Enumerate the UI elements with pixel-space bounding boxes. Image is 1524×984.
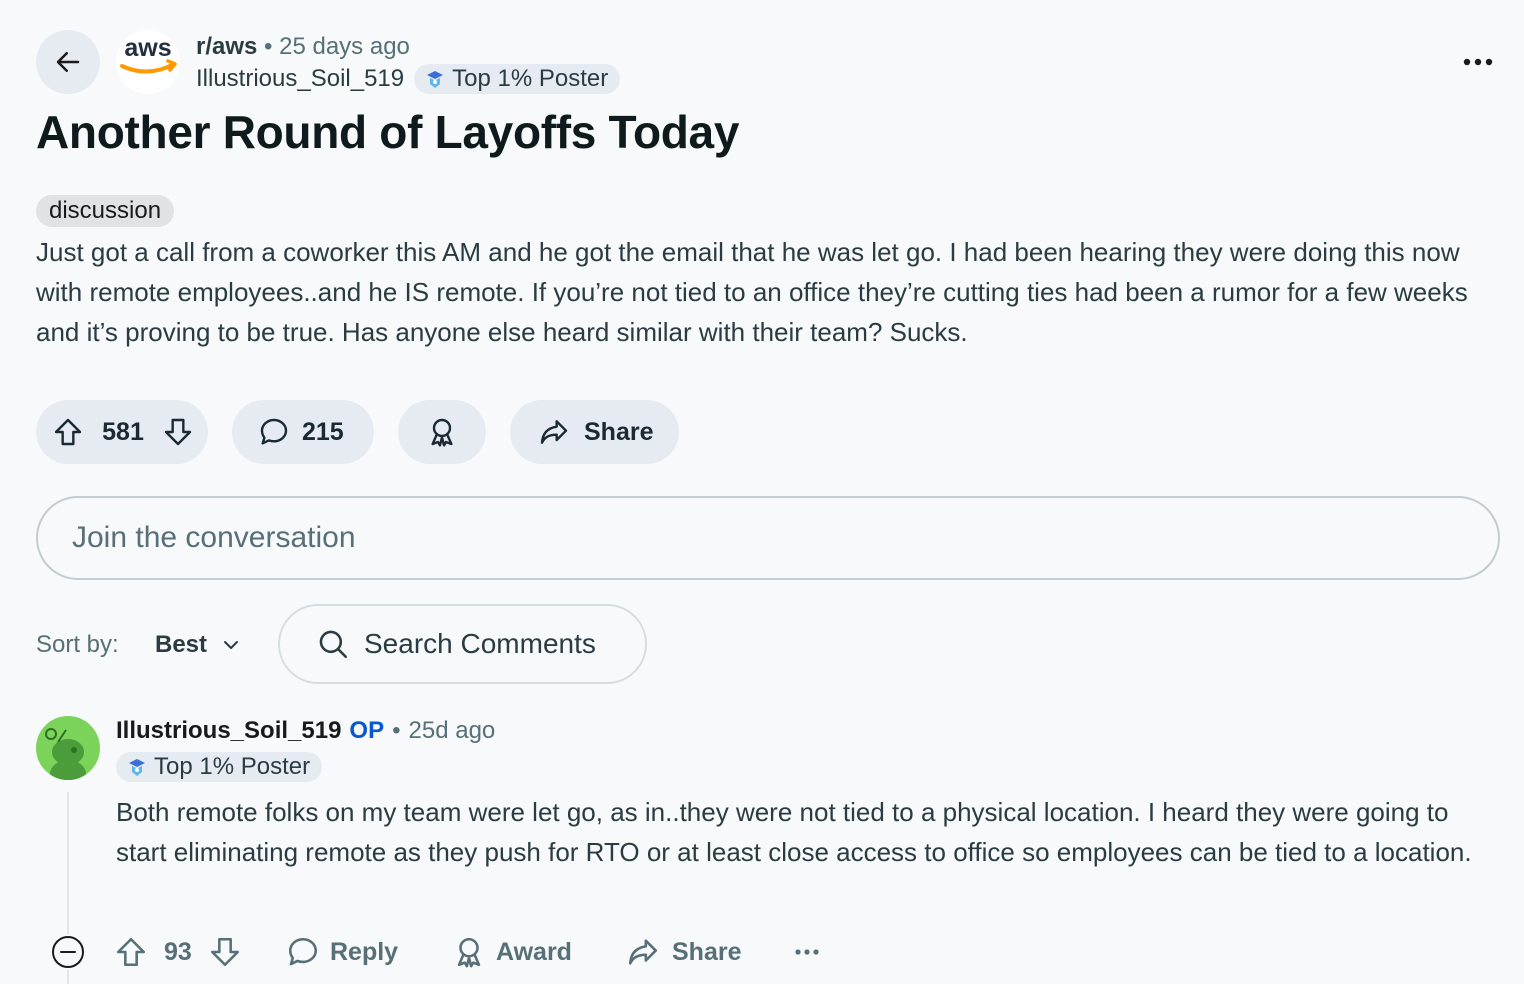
meta-separator: • [264,33,273,60]
flair-icon [427,71,444,88]
author-flair-label: Top 1% Poster [452,65,609,92]
comment-time: 25d ago [408,717,496,744]
comment-share-label: Share [672,937,742,966]
award-label: Award [496,937,572,966]
comment-icon [286,935,320,969]
share-icon [626,935,660,969]
post-body: Just got a call from a coworker this AM … [36,237,1468,347]
post-time: 25 days ago [279,33,410,60]
collapse-comment-button[interactable] [50,934,86,970]
vote-count: 581 [102,417,144,446]
join-conversation-input[interactable]: Join the conversation [36,496,1500,580]
reply-label: Reply [330,937,399,966]
more-icon [1463,58,1493,66]
aws-logo-text: aws [124,34,171,62]
sort-label: Sort by: [36,631,119,658]
subreddit-avatar[interactable]: aws [116,30,180,94]
comment-count: 215 [302,417,344,446]
collapse-icon [52,936,84,968]
comment-author-flair: Top 1% Poster [116,752,323,782]
search-comments-input[interactable]: Search Comments [278,604,647,684]
comment-flair-label: Top 1% Poster [154,753,311,780]
flair-icon [129,759,145,776]
more-icon [795,949,819,955]
op-badge: OP [349,717,385,744]
upvote-icon[interactable] [114,935,148,969]
comment-vote-group: 93 [114,930,242,974]
sort-value: Best [155,631,208,658]
comment-award-button[interactable]: Award [452,930,572,974]
downvote-icon[interactable] [162,416,194,448]
post-meta: r/aws • 25 days ago [196,32,410,62]
back-arrow-icon [56,52,80,72]
award-icon [452,935,486,969]
comment-vote-count: 93 [164,937,192,966]
back-button[interactable] [36,30,100,94]
comment-share-button[interactable]: Share [626,930,741,974]
share-button[interactable]: Share [510,400,679,464]
author-flair: Top 1% Poster [414,64,621,94]
comment-more-button[interactable] [794,930,820,974]
comment-author[interactable]: Illustrious_Soil_519 [116,716,341,746]
comment-meta-separator: • [392,717,401,744]
vote-pill: 581 [36,400,208,464]
reply-button[interactable]: Reply [286,930,398,974]
sort-dropdown[interactable]: Best [155,630,241,660]
award-button[interactable] [398,400,486,464]
upvote-icon[interactable] [52,416,84,448]
search-icon [319,630,348,659]
share-icon [538,416,570,448]
comment-icon [258,416,290,448]
search-comments-placeholder: Search Comments [364,628,596,659]
comment-author-flair-wrap: Top 1% Poster [116,752,323,783]
post-flair-tag[interactable]: discussion [36,195,175,227]
subreddit-name[interactable]: r/aws [196,33,257,60]
post-author-line: Illustrious_Soil_519 Top 1% Poster [196,64,621,94]
comments-button[interactable]: 215 [232,400,374,464]
chevron-down-icon [224,641,239,649]
comment-author-avatar[interactable] [36,716,100,780]
comment-meta: Illustrious_Soil_519 OP • 25d ago [116,716,495,746]
comment-body: Both remote folks on my team were let go… [116,797,1472,867]
downvote-icon[interactable] [208,935,242,969]
award-icon [426,416,458,448]
join-conversation-placeholder: Join the conversation [72,521,356,554]
post-more-button[interactable] [1458,44,1498,80]
post-title: Another Round of Layoffs Today [36,106,740,158]
post-author[interactable]: Illustrious_Soil_519 [196,64,404,94]
share-label: Share [584,417,654,446]
